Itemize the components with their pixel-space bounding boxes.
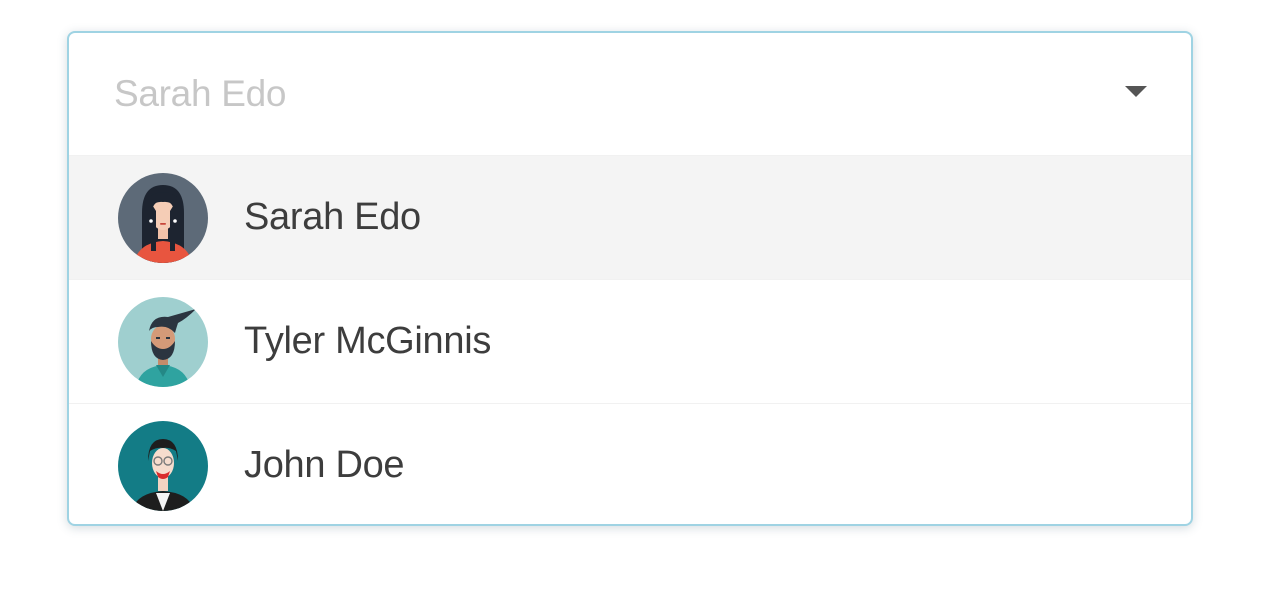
- bearded-man-avatar: [118, 296, 208, 387]
- option-label: Sarah Edo: [244, 196, 421, 238]
- option-tyler-mcginnis[interactable]: Tyler McGinnis: [69, 279, 1191, 403]
- woman-long-dark-hair-avatar: [118, 172, 208, 263]
- option-label: John Doe: [244, 444, 405, 486]
- option-label: Tyler McGinnis: [244, 320, 492, 362]
- woman-glasses-avatar: [118, 420, 208, 511]
- option-john-doe[interactable]: John Doe: [69, 403, 1191, 524]
- user-select-dropdown[interactable]: Sarah Edo Sarah Edo Tyler McGinnis John …: [67, 31, 1193, 526]
- selected-value: Sarah Edo: [114, 73, 287, 114]
- option-sarah-edo[interactable]: Sarah Edo: [69, 155, 1191, 279]
- options-list: Sarah Edo Tyler McGinnis John Doe: [69, 155, 1191, 524]
- chevron-down-icon[interactable]: [1125, 86, 1147, 97]
- select-control[interactable]: Sarah Edo: [69, 33, 1191, 155]
